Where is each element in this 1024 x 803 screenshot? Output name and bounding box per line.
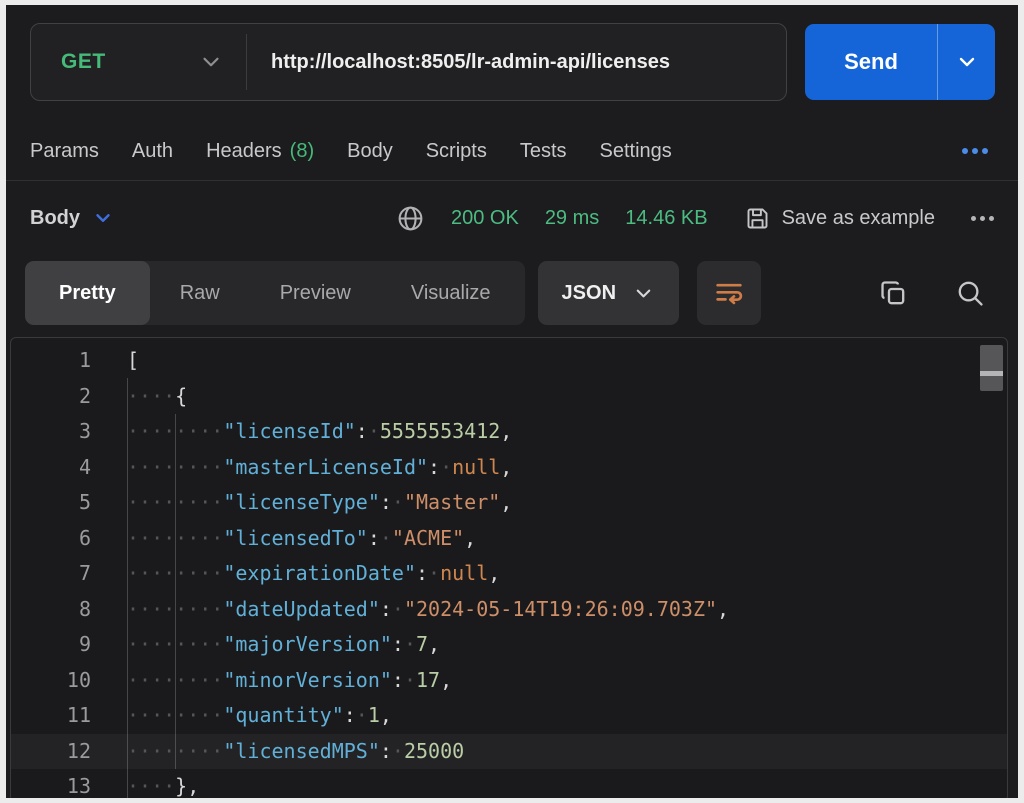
wrap-text-icon <box>712 276 746 310</box>
code-line: 4········"masterLicenseId":·null, <box>11 450 1007 486</box>
tab-auth[interactable]: Auth <box>132 140 173 163</box>
view-tab-pretty[interactable]: Pretty <box>25 261 150 325</box>
response-time: 29 ms <box>545 207 599 230</box>
tab-tests[interactable]: Tests <box>520 140 567 163</box>
tab-label: Scripts <box>426 140 487 163</box>
tab-label: Tests <box>520 140 567 163</box>
view-tab-visualize[interactable]: Visualize <box>381 261 521 325</box>
method-label: GET <box>61 50 106 74</box>
response-body-viewer: 1[2····{3········"licenseId":·5555553412… <box>10 337 1008 798</box>
more-options-icon[interactable] <box>956 142 994 160</box>
line-number: 5 <box>11 485 91 521</box>
chevron-down-icon <box>92 207 114 229</box>
chevron-down-icon <box>955 50 979 74</box>
line-number: 3 <box>11 414 91 450</box>
tab-label: Headers <box>206 140 282 163</box>
line-number: 1 <box>11 343 91 379</box>
tab-headers[interactable]: Headers (8) <box>206 140 314 163</box>
tab-scripts[interactable]: Scripts <box>426 140 487 163</box>
tab-body[interactable]: Body <box>347 140 393 163</box>
send-split-button: Send <box>805 24 995 100</box>
chevron-down-icon <box>198 49 224 75</box>
method-dropdown[interactable]: GET <box>31 24 246 100</box>
line-number: 12 <box>11 734 91 770</box>
headers-count-badge: (8) <box>290 140 314 163</box>
format-label: JSON <box>562 282 616 305</box>
tab-label: Auth <box>132 140 173 163</box>
line-number: 9 <box>11 627 91 663</box>
tab-label: Body <box>347 140 393 163</box>
code-line: 3········"licenseId":·5555553412, <box>11 414 1007 450</box>
tab-params[interactable]: Params <box>30 140 99 163</box>
tab-label: Params <box>30 140 99 163</box>
response-more-options-icon[interactable] <box>965 210 1000 227</box>
code-line: 10········"minorVersion":·17, <box>11 663 1007 699</box>
scrollbar-thumb[interactable] <box>980 345 1003 391</box>
code-line: 8········"dateUpdated":·"2024-05-14T19:2… <box>11 592 1007 628</box>
line-number: 11 <box>11 698 91 734</box>
format-dropdown[interactable]: JSON <box>538 261 679 325</box>
code-line: 12········"licensedMPS":·25000 <box>11 734 1007 770</box>
view-tab-preview[interactable]: Preview <box>250 261 381 325</box>
request-tabs: Params Auth Headers (8) Body Scripts Tes… <box>30 123 994 179</box>
code-line: 1[ <box>11 343 1007 379</box>
code-line: 6········"licensedTo":·"ACME", <box>11 521 1007 557</box>
code-line: 2····{ <box>11 379 1007 415</box>
save-as-example-button[interactable]: Save as example <box>744 205 935 232</box>
response-view-tabs: Pretty Raw Preview Visualize <box>25 261 525 325</box>
response-body-label: Body <box>30 207 80 230</box>
line-number: 10 <box>11 663 91 699</box>
network-globe-icon <box>396 204 425 233</box>
response-status-group: 200 OK 29 ms 14.46 KB Save as example <box>396 204 1000 233</box>
response-size: 14.46 KB <box>625 207 707 230</box>
status-code: 200 OK <box>451 207 519 230</box>
screenshot-frame: GET Send Params Auth Headers (8) Body Sc… <box>0 0 1024 803</box>
send-options-button[interactable] <box>937 24 995 100</box>
code-line: 7········"expirationDate":·null, <box>11 556 1007 592</box>
url-input[interactable] <box>247 24 786 100</box>
scrollbar <box>980 342 1003 793</box>
response-meta-bar: Body 200 OK 29 ms 14.46 KB Save as examp… <box>30 187 1000 249</box>
api-client-window: GET Send Params Auth Headers (8) Body Sc… <box>6 5 1018 798</box>
line-number: 7 <box>11 556 91 592</box>
send-button[interactable]: Send <box>805 24 937 100</box>
code-line: 9········"majorVersion":·7, <box>11 627 1007 663</box>
scrollbar-stripe <box>980 371 1003 376</box>
line-number: 4 <box>11 450 91 486</box>
code-lines: 1[2····{3········"licenseId":·5555553412… <box>11 343 1007 798</box>
response-tool-icons <box>878 278 986 309</box>
line-number: 13 <box>11 769 91 798</box>
wrap-text-button[interactable] <box>697 261 761 325</box>
copy-icon[interactable] <box>878 278 909 309</box>
code-line: 13····}, <box>11 769 1007 798</box>
request-url-bar: GET <box>30 23 787 101</box>
code-line: 11········"quantity":·1, <box>11 698 1007 734</box>
save-as-example-label: Save as example <box>782 207 935 230</box>
line-number: 8 <box>11 592 91 628</box>
code-line: 5········"licenseType":·"Master", <box>11 485 1007 521</box>
response-toolbar: Pretty Raw Preview Visualize JSON <box>25 261 1000 325</box>
line-number: 6 <box>11 521 91 557</box>
line-number: 2 <box>11 379 91 415</box>
search-icon[interactable] <box>955 278 986 309</box>
tab-label: Settings <box>600 140 672 163</box>
chevron-down-icon <box>632 282 655 305</box>
response-body-dropdown[interactable]: Body <box>30 207 114 230</box>
divider <box>6 180 1018 181</box>
view-tab-raw[interactable]: Raw <box>150 261 250 325</box>
tab-settings[interactable]: Settings <box>600 140 672 163</box>
save-icon <box>744 205 771 232</box>
